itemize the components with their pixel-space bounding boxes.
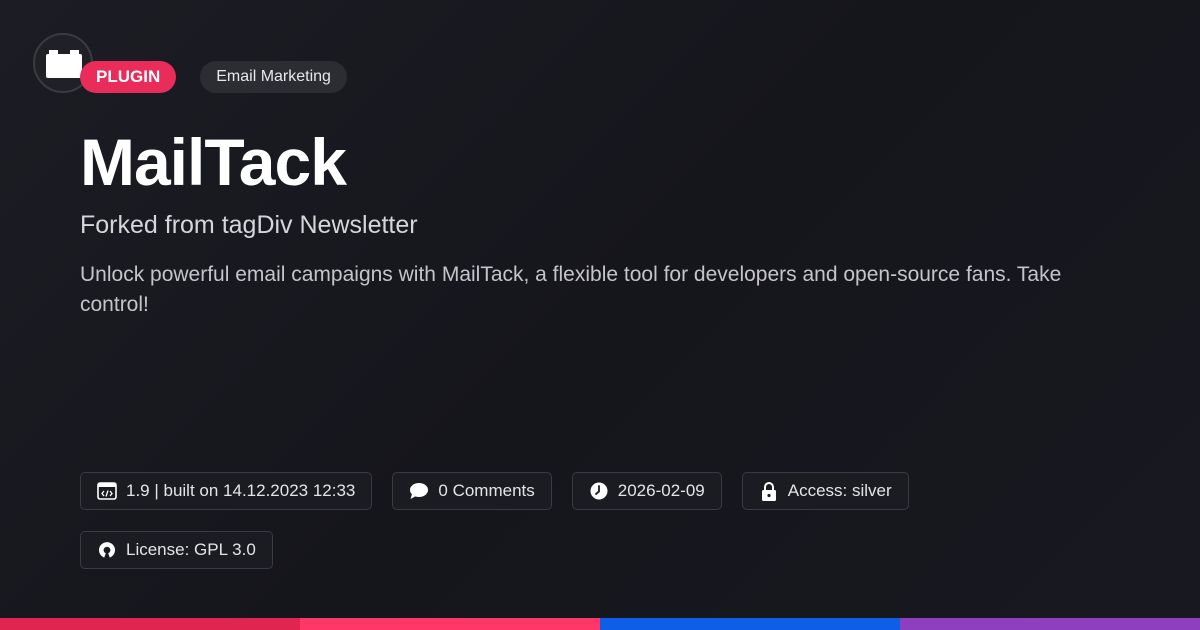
tag-row: PLUGIN Email Marketing bbox=[80, 61, 347, 93]
meta-row-2: License: GPL 3.0 bbox=[80, 531, 273, 569]
access-chip: Access: silver bbox=[741, 472, 909, 510]
license-chip: License: GPL 3.0 bbox=[80, 531, 273, 569]
open-source-icon bbox=[97, 540, 117, 560]
bar-segment-2 bbox=[300, 618, 600, 630]
date-text: 2026-02-09 bbox=[617, 481, 705, 500]
comments-chip[interactable]: 0 Comments bbox=[392, 472, 552, 510]
comments-text: 0 Comments bbox=[438, 481, 535, 500]
type-badge: PLUGIN bbox=[80, 61, 177, 93]
code-window-icon bbox=[97, 481, 117, 501]
bar-segment-4 bbox=[900, 618, 1200, 630]
page-title: MailTack bbox=[80, 125, 347, 199]
bottom-color-bar bbox=[0, 618, 1200, 630]
version-chip: 1.9 | built on 14.12.2023 12:33 bbox=[80, 472, 373, 510]
folder-icon bbox=[46, 50, 82, 78]
version-text: 1.9 | built on 14.12.2023 12:33 bbox=[126, 481, 356, 500]
license-text: License: GPL 3.0 bbox=[126, 540, 256, 559]
page-description: Unlock powerful email campaigns with Mai… bbox=[80, 263, 1062, 316]
page-subtitle: Forked from tagDiv Newsletter bbox=[80, 211, 418, 239]
meta-row: 1.9 | built on 14.12.2023 12:33 0 Commen… bbox=[80, 472, 909, 510]
bar-segment-3 bbox=[600, 618, 900, 630]
category-tag[interactable]: Email Marketing bbox=[200, 61, 347, 93]
access-text: Access: silver bbox=[787, 481, 892, 500]
date-chip: 2026-02-09 bbox=[571, 472, 722, 510]
lock-icon bbox=[759, 481, 779, 501]
clock-icon bbox=[589, 481, 609, 501]
bar-segment-1 bbox=[0, 618, 300, 630]
speech-bubble-icon bbox=[409, 481, 429, 501]
